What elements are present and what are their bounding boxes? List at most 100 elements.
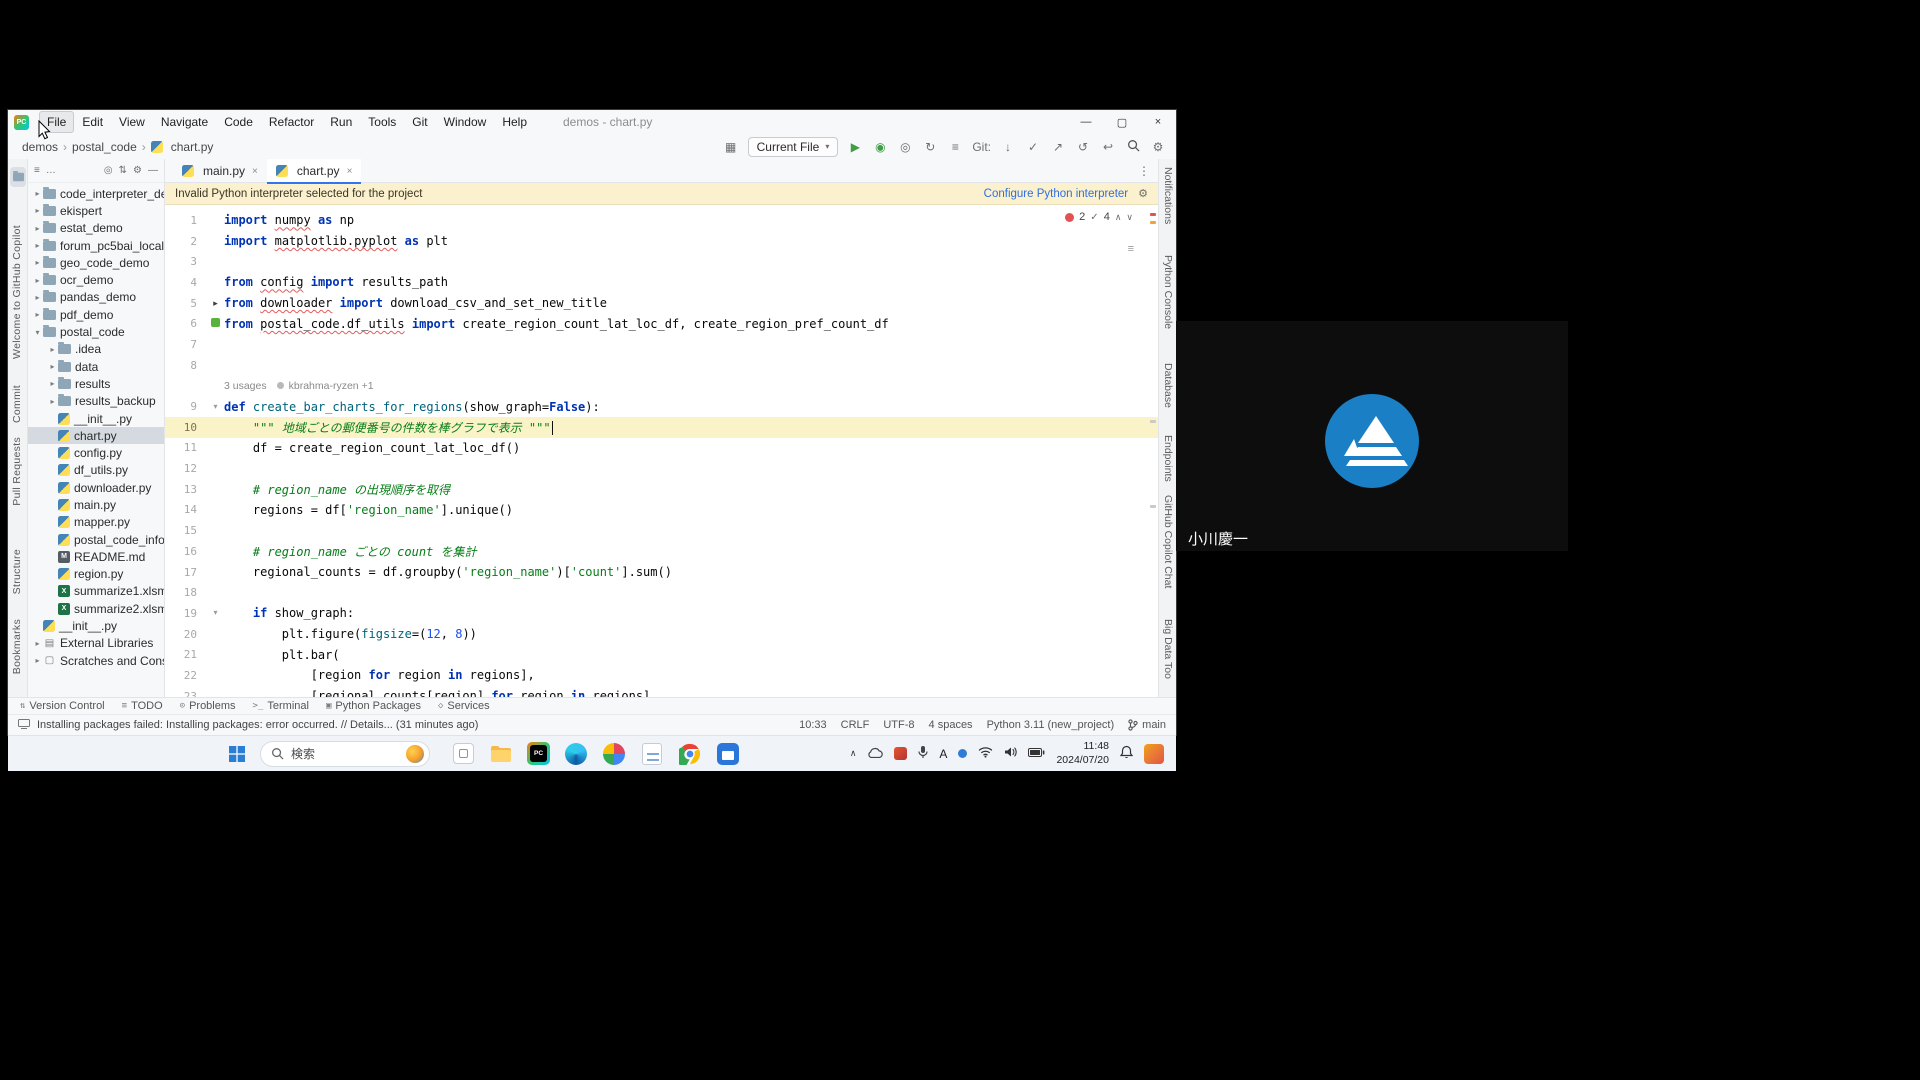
menu-navigate[interactable]: Navigate [153, 111, 216, 133]
tree-item-chart-py[interactable]: chart.py [28, 427, 164, 444]
tab-options-icon[interactable]: ⋮ [1138, 164, 1150, 178]
tree-item-summarize2-xlsm[interactable]: Xsummarize2.xlsm [28, 600, 164, 617]
file-explorer-icon[interactable] [489, 742, 513, 766]
pycharm-taskbar-icon[interactable]: PC [527, 742, 550, 765]
expand-collapse-icon[interactable]: ⇅ [119, 165, 127, 176]
project-view-options-icon[interactable]: ≡ [34, 165, 40, 176]
tree-item-code-interpreter-der[interactable]: ▸code_interpreter_der [28, 185, 164, 202]
tool-stripe-commit[interactable]: Commit [11, 385, 23, 423]
chrome-icon[interactable] [678, 742, 702, 766]
chevron-icon[interactable]: ▸ [32, 276, 43, 285]
menu-refactor[interactable]: Refactor [261, 111, 322, 133]
tool-stripe-bookmarks[interactable]: Bookmarks [11, 619, 23, 674]
menu-window[interactable]: Window [436, 111, 495, 133]
editor-menu-icon[interactable]: ≡ [1128, 243, 1134, 255]
more-icon[interactable]: … [46, 165, 56, 176]
tree-item-readme-md[interactable]: MREADME.md [28, 548, 164, 565]
chevron-icon[interactable]: ▸ [32, 310, 43, 319]
stripe-mark[interactable] [1150, 420, 1156, 423]
chevron-icon[interactable]: ▸ [32, 639, 43, 648]
tool-stripe-structure[interactable]: Structure [11, 549, 23, 594]
tree-item-geo-code-demo[interactable]: ▸geo_code_demo [28, 254, 164, 271]
tool-stripe-python-console[interactable]: Python Console [1162, 255, 1174, 329]
file-encoding[interactable]: UTF-8 [883, 719, 914, 731]
battery-icon[interactable] [1028, 748, 1045, 760]
chevron-icon[interactable]: ▸ [47, 362, 58, 371]
tree-item-region-py[interactable]: region.py [28, 566, 164, 583]
fold-icon[interactable]: ▾ [207, 403, 224, 411]
statusbar-todo[interactable]: ≡TODO [122, 700, 163, 712]
tool-stripe-github-copilot-chat[interactable]: GitHub Copilot Chat [1162, 495, 1174, 588]
tree-item-config-py[interactable]: config.py [28, 444, 164, 461]
rollback-icon[interactable]: ↩ [1100, 141, 1116, 153]
usages-hint[interactable]: 3 usages [224, 380, 267, 392]
tree-item-data[interactable]: ▸data [28, 358, 164, 375]
menu-run[interactable]: Run [322, 111, 360, 133]
onedrive-icon[interactable] [867, 747, 883, 761]
run-coverage-icon[interactable]: ◎ [897, 141, 913, 153]
statusbar-problems[interactable]: ⊙Problems [180, 700, 236, 712]
tree-item-results[interactable]: ▸results [28, 375, 164, 392]
breadcrumb-demos[interactable]: demos [18, 138, 62, 156]
tool-stripe-project[interactable] [10, 167, 26, 187]
fold-icon[interactable]: ▾ [207, 609, 224, 617]
tray-app-icon[interactable] [894, 747, 907, 760]
tree-item-ekispert[interactable]: ▸ekispert [28, 202, 164, 219]
edge-icon[interactable] [564, 742, 588, 766]
notifications-bell-icon[interactable] [1120, 745, 1133, 762]
close-tab-icon[interactable]: × [347, 166, 353, 177]
tray-expand-icon[interactable]: ∧ [850, 748, 857, 759]
recorder-app-icon[interactable] [1144, 744, 1164, 764]
chevron-icon[interactable]: ▾ [32, 328, 43, 337]
statusbar-services[interactable]: ◇Services [438, 700, 490, 712]
select-opened-file-icon[interactable]: ◎ [104, 165, 113, 176]
statusbar-python-packages[interactable]: ▣Python Packages [326, 700, 421, 712]
taskbar-search[interactable]: 検索 [260, 741, 430, 767]
rerun-icon[interactable]: ↻ [922, 141, 938, 153]
widgets-weather-icon[interactable] [406, 745, 424, 763]
minimize-button[interactable]: — [1068, 110, 1104, 134]
git-branch[interactable]: main [1128, 719, 1166, 731]
menu-help[interactable]: Help [494, 111, 535, 133]
breadcrumb-postal-code[interactable]: postal_code [68, 138, 141, 156]
taskbar-app-store[interactable] [716, 742, 740, 766]
volume-icon[interactable] [1004, 746, 1017, 761]
run-configuration-select[interactable]: Current File ▾ [748, 137, 839, 157]
chevron-icon[interactable]: ▸ [47, 379, 58, 388]
tree-item-results-backup[interactable]: ▸results_backup [28, 393, 164, 410]
code-editor[interactable]: 1import numpy as np2import matplotlib.py… [165, 205, 1158, 697]
more-run-options-icon[interactable]: ≡ [947, 141, 963, 153]
caret-position[interactable]: 10:33 [799, 719, 827, 731]
tree-item-downloader-py[interactable]: downloader.py [28, 479, 164, 496]
statusbar-terminal[interactable]: >_Terminal [253, 700, 309, 712]
chevron-icon[interactable]: ▸ [32, 258, 43, 267]
tree-item-ocr-demo[interactable]: ▸ocr_demo [28, 271, 164, 288]
error-stripe-mark[interactable] [1150, 213, 1156, 216]
close-button[interactable]: × [1140, 110, 1176, 134]
chevron-icon[interactable]: ▸ [32, 189, 43, 198]
menu-git[interactable]: Git [404, 111, 435, 133]
tree-item-forum-pc5bai-local[interactable]: ▸forum_pc5bai_local_ [28, 237, 164, 254]
taskbar-clock[interactable]: 11:48 2024/07/20 [1056, 740, 1109, 766]
chevron-icon[interactable]: ▸ [32, 224, 43, 233]
maximize-button[interactable]: ▢ [1104, 110, 1140, 134]
author-hint[interactable]: kbrahma-ryzen +1 [289, 380, 374, 392]
tree-item-mapper-py[interactable]: mapper.py [28, 514, 164, 531]
history-icon[interactable]: ↺ [1075, 141, 1091, 153]
configure-interpreter-link[interactable]: Configure Python interpreter [984, 188, 1128, 200]
microphone-icon[interactable] [918, 745, 928, 762]
menu-tools[interactable]: Tools [360, 111, 404, 133]
taskbar-app-window[interactable] [451, 742, 475, 766]
git-commit-icon[interactable]: ✓ [1025, 141, 1041, 153]
chevron-icon[interactable]: ▸ [32, 206, 43, 215]
tree-item-init-py[interactable]: __init__.py [28, 410, 164, 427]
participant-video-tile[interactable]: 小川慶一 [1176, 321, 1568, 551]
tree-item-pdf-demo[interactable]: ▸pdf_demo [28, 306, 164, 323]
chevron-icon[interactable]: ▸ [32, 656, 43, 665]
banner-gear-icon[interactable]: ⚙ [1138, 187, 1148, 200]
stripe-mark[interactable] [1150, 505, 1156, 508]
tool-stripe-big-data-too[interactable]: Big Data Too [1162, 619, 1174, 679]
fold-icon[interactable]: ▸ [207, 299, 224, 308]
ime-indicator[interactable]: A [939, 747, 947, 761]
warning-stripe-mark[interactable] [1150, 221, 1156, 224]
